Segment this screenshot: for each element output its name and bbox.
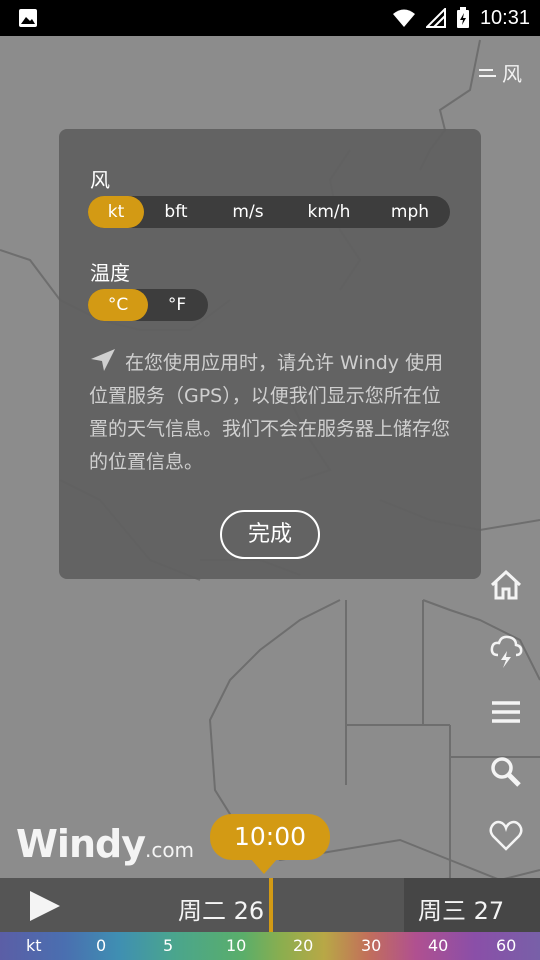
wind-unit-selector: kt bft m/s km/h mph bbox=[88, 196, 450, 228]
wind-section-label: 风 bbox=[90, 168, 110, 192]
location-permission-info: 在您使用应用时，请允许 Windy 使用位置服务（GPS），以便我们显示您所在位… bbox=[89, 347, 459, 479]
legend-tick: 30 bbox=[361, 936, 382, 955]
legend-tick: 60 bbox=[496, 936, 517, 955]
wifi-icon bbox=[392, 9, 415, 27]
timeline-cursor[interactable] bbox=[269, 878, 273, 932]
menu-icon[interactable] bbox=[488, 694, 524, 730]
temperature-section-label: 温度 bbox=[90, 261, 130, 285]
logo-suffix: .com bbox=[144, 838, 195, 862]
location-arrow-icon bbox=[91, 349, 115, 371]
units-settings-dialog: 风 kt bft m/s km/h mph 温度 °C °F 在您使用应用时，请… bbox=[59, 129, 481, 579]
timeline-bar[interactable]: 周二 26 周三 27 bbox=[0, 878, 540, 932]
play-icon[interactable] bbox=[30, 891, 60, 921]
temperature-unit-selector: °C °F bbox=[88, 289, 208, 321]
legend-tick: 40 bbox=[428, 936, 449, 955]
wind-layer-toggle[interactable]: 风 bbox=[478, 58, 522, 87]
home-icon[interactable] bbox=[488, 567, 524, 603]
temp-unit-celsius[interactable]: °C bbox=[88, 289, 148, 321]
wind-layer-label: 风 bbox=[502, 62, 522, 86]
wind-unit-kmh[interactable]: km/h bbox=[288, 196, 370, 228]
legend-unit: kt bbox=[26, 936, 42, 955]
legend-tick: 20 bbox=[293, 936, 314, 955]
location-info-text: 在您使用应用时，请允许 Windy 使用位置服务（GPS），以便我们显示您所在位… bbox=[89, 352, 451, 473]
legend-tick: 5 bbox=[163, 936, 174, 955]
windy-logo: Windy.com bbox=[16, 822, 194, 866]
status-bar: 10:31 bbox=[0, 0, 540, 36]
legend-tick: 10 bbox=[226, 936, 247, 955]
done-button[interactable]: 完成 bbox=[220, 510, 320, 559]
wind-unit-ms[interactable]: m/s bbox=[208, 196, 288, 228]
battery-icon bbox=[456, 7, 469, 28]
storm-icon[interactable] bbox=[488, 633, 524, 669]
next-day-label: 周三 27 bbox=[418, 897, 505, 925]
temp-unit-fahrenheit[interactable]: °F bbox=[148, 289, 206, 321]
time-bubble-pointer bbox=[250, 858, 278, 874]
current-time-bubble[interactable]: 10:00 bbox=[210, 814, 330, 860]
status-time: 10:31 bbox=[479, 6, 530, 29]
search-icon[interactable] bbox=[488, 754, 524, 790]
wind-icon bbox=[479, 68, 496, 77]
logo-main: Windy bbox=[16, 822, 146, 866]
image-notification-icon bbox=[19, 9, 37, 27]
wind-unit-mph[interactable]: mph bbox=[370, 196, 450, 228]
wind-speed-legend[interactable]: kt 0 5 10 20 30 40 60 bbox=[0, 932, 540, 960]
favorites-heart-icon[interactable] bbox=[488, 817, 524, 853]
wind-unit-bft[interactable]: bft bbox=[144, 196, 208, 228]
legend-tick: 0 bbox=[96, 936, 107, 955]
today-label: 周二 26 bbox=[178, 897, 265, 925]
wind-unit-kt[interactable]: kt bbox=[88, 196, 144, 228]
signal-icon bbox=[425, 8, 446, 28]
